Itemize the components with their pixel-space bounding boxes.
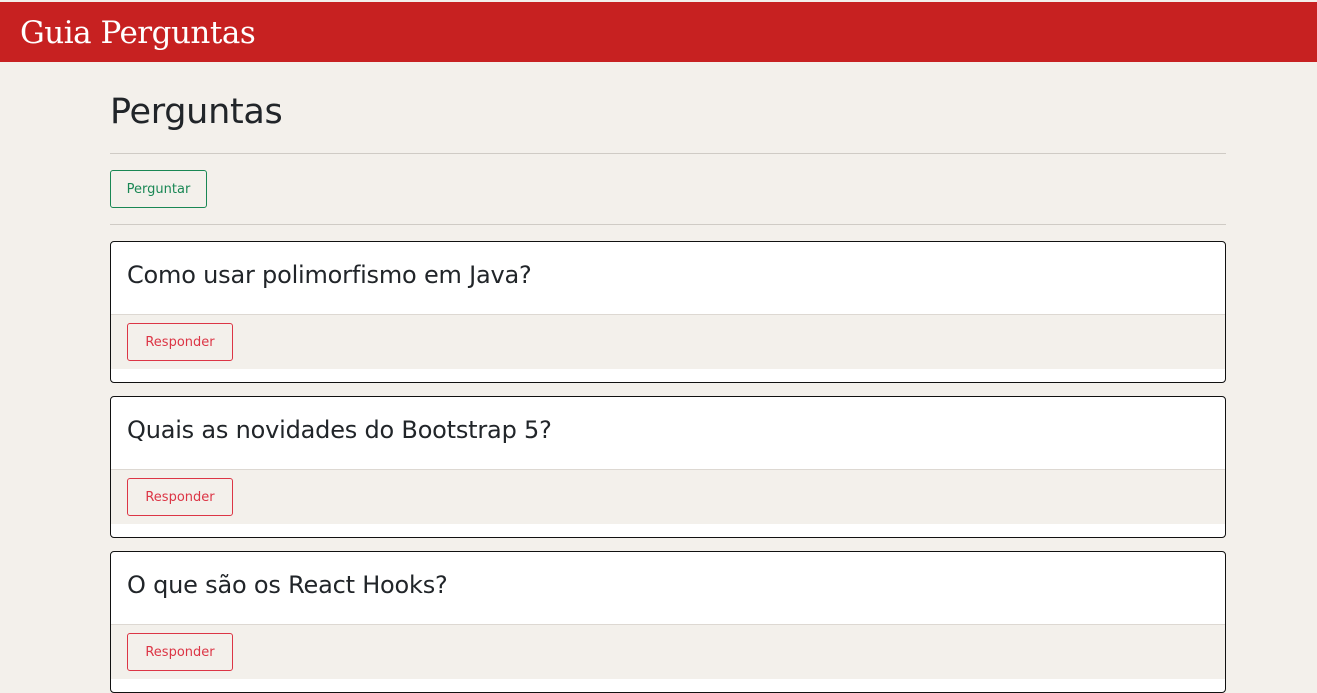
question-card-body: Quais as novidades do Bootstrap 5? [111,397,1225,470]
question-card-footer: Responder [111,315,1225,369]
question-card-body: O que são os React Hooks? [111,552,1225,625]
question-card-body: Como usar polimorfismo em Java? [111,242,1225,315]
question-card: Como usar polimorfismo em Java? Responde… [110,241,1226,383]
divider [110,224,1226,225]
reply-button[interactable]: Responder [127,633,233,671]
question-card-footer: Responder [111,470,1225,524]
question-card: Quais as novidades do Bootstrap 5? Respo… [110,396,1226,538]
question-title: Como usar polimorfismo em Java? [127,261,532,289]
question-title: O que são os React Hooks? [127,571,448,599]
navbar: Guia Perguntas [0,2,1317,62]
question-title: Quais as novidades do Bootstrap 5? [127,416,552,444]
page-title: Perguntas [110,92,283,132]
question-card: O que são os React Hooks? Responder [110,551,1226,693]
divider [110,153,1226,154]
reply-button[interactable]: Responder [127,323,233,361]
brand-logo[interactable]: Guia Perguntas [20,13,256,53]
question-card-footer: Responder [111,625,1225,679]
ask-question-button[interactable]: Perguntar [110,170,207,208]
reply-button[interactable]: Responder [127,478,233,516]
